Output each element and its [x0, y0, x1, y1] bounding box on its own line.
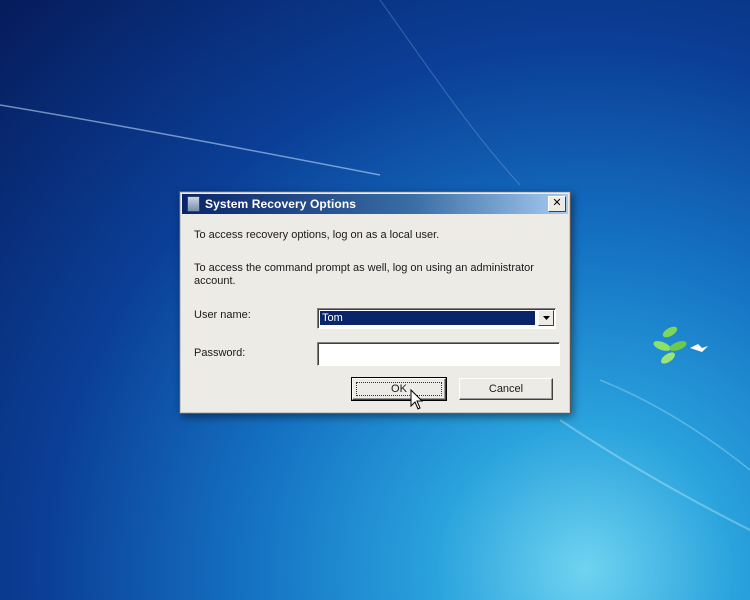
- info-text-administrator: To access the command prompt as well, lo…: [194, 262, 534, 287]
- info-text-local-user: To access recovery options, log on as a …: [194, 229, 440, 241]
- mouse-pointer-icon: [410, 389, 424, 410]
- system-recovery-icon: [187, 196, 200, 212]
- focus-rectangle: [356, 382, 442, 396]
- password-label: Password:: [194, 347, 246, 359]
- user-name-dropdown[interactable]: Tom: [317, 308, 556, 329]
- dropdown-arrow-button[interactable]: [538, 310, 554, 326]
- system-recovery-dialog: System Recovery Options ✕ To access reco…: [179, 191, 571, 414]
- ok-button[interactable]: OK: [351, 377, 447, 401]
- close-button[interactable]: ✕: [548, 196, 566, 212]
- cancel-button[interactable]: Cancel: [459, 378, 553, 400]
- chevron-down-icon: [542, 316, 550, 320]
- windows-flag-logo: [653, 326, 708, 364]
- dialog-title: System Recovery Options: [205, 197, 357, 211]
- user-name-selected-value[interactable]: Tom: [320, 311, 535, 325]
- user-name-label: User name:: [194, 309, 251, 321]
- dialog-title-bar[interactable]: System Recovery Options ✕: [182, 194, 568, 214]
- password-field[interactable]: [317, 342, 560, 366]
